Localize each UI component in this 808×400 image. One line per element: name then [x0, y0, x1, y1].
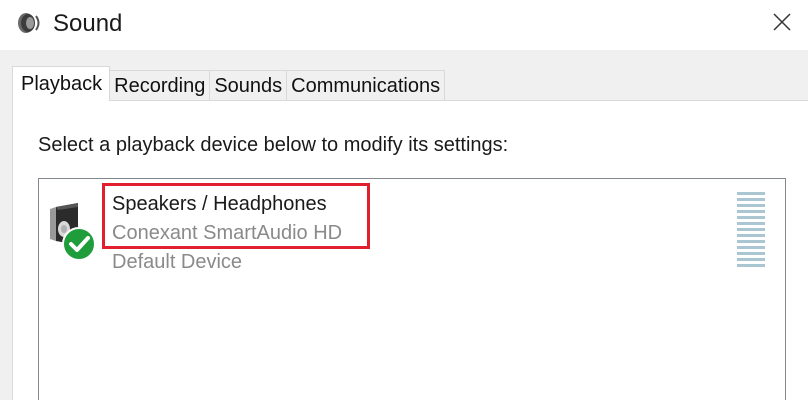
highlight-annotation [102, 183, 370, 249]
level-meter-bar [737, 252, 765, 255]
device-list[interactable]: Speakers / Headphones Conexant SmartAudi… [38, 178, 786, 400]
volume-level-meter [737, 192, 765, 270]
level-meter-bar [737, 240, 765, 243]
tab-sounds[interactable]: Sounds [209, 70, 288, 101]
level-meter-bar [737, 210, 765, 213]
level-meter-bar [737, 198, 765, 201]
playback-panel: Select a playback device below to modify… [12, 100, 808, 400]
level-meter-bar [737, 258, 765, 261]
title-bar: Sound [0, 0, 808, 50]
speaker-icon [16, 10, 44, 36]
sound-dialog: Sound Playback Recording Sounds Communic… [0, 0, 808, 400]
checkmark-icon [62, 227, 96, 261]
tab-communications[interactable]: Communications [286, 70, 446, 101]
level-meter-bar [737, 204, 765, 207]
level-meter-bar [737, 246, 765, 249]
level-meter-bar [737, 264, 765, 267]
window-title: Sound [53, 10, 123, 37]
instruction-text: Select a playback device below to modify… [38, 134, 509, 156]
level-meter-bar [737, 228, 765, 231]
tab-recording[interactable]: Recording [109, 70, 211, 101]
dialog-body: Playback Recording Sounds Communications… [0, 50, 808, 400]
level-meter-bar [737, 216, 765, 219]
speaker-device-icon [48, 201, 100, 261]
tab-playback[interactable]: Playback [12, 66, 111, 101]
level-meter-bar [737, 234, 765, 237]
list-item-speakers[interactable]: Speakers / Headphones Conexant SmartAudi… [39, 179, 785, 289]
level-meter-bar [737, 222, 765, 225]
tab-strip: Playback Recording Sounds Communications [12, 66, 446, 101]
close-icon [772, 12, 792, 37]
level-meter-bar [737, 192, 765, 195]
close-button[interactable] [762, 4, 802, 44]
device-status: Default Device [112, 251, 243, 273]
